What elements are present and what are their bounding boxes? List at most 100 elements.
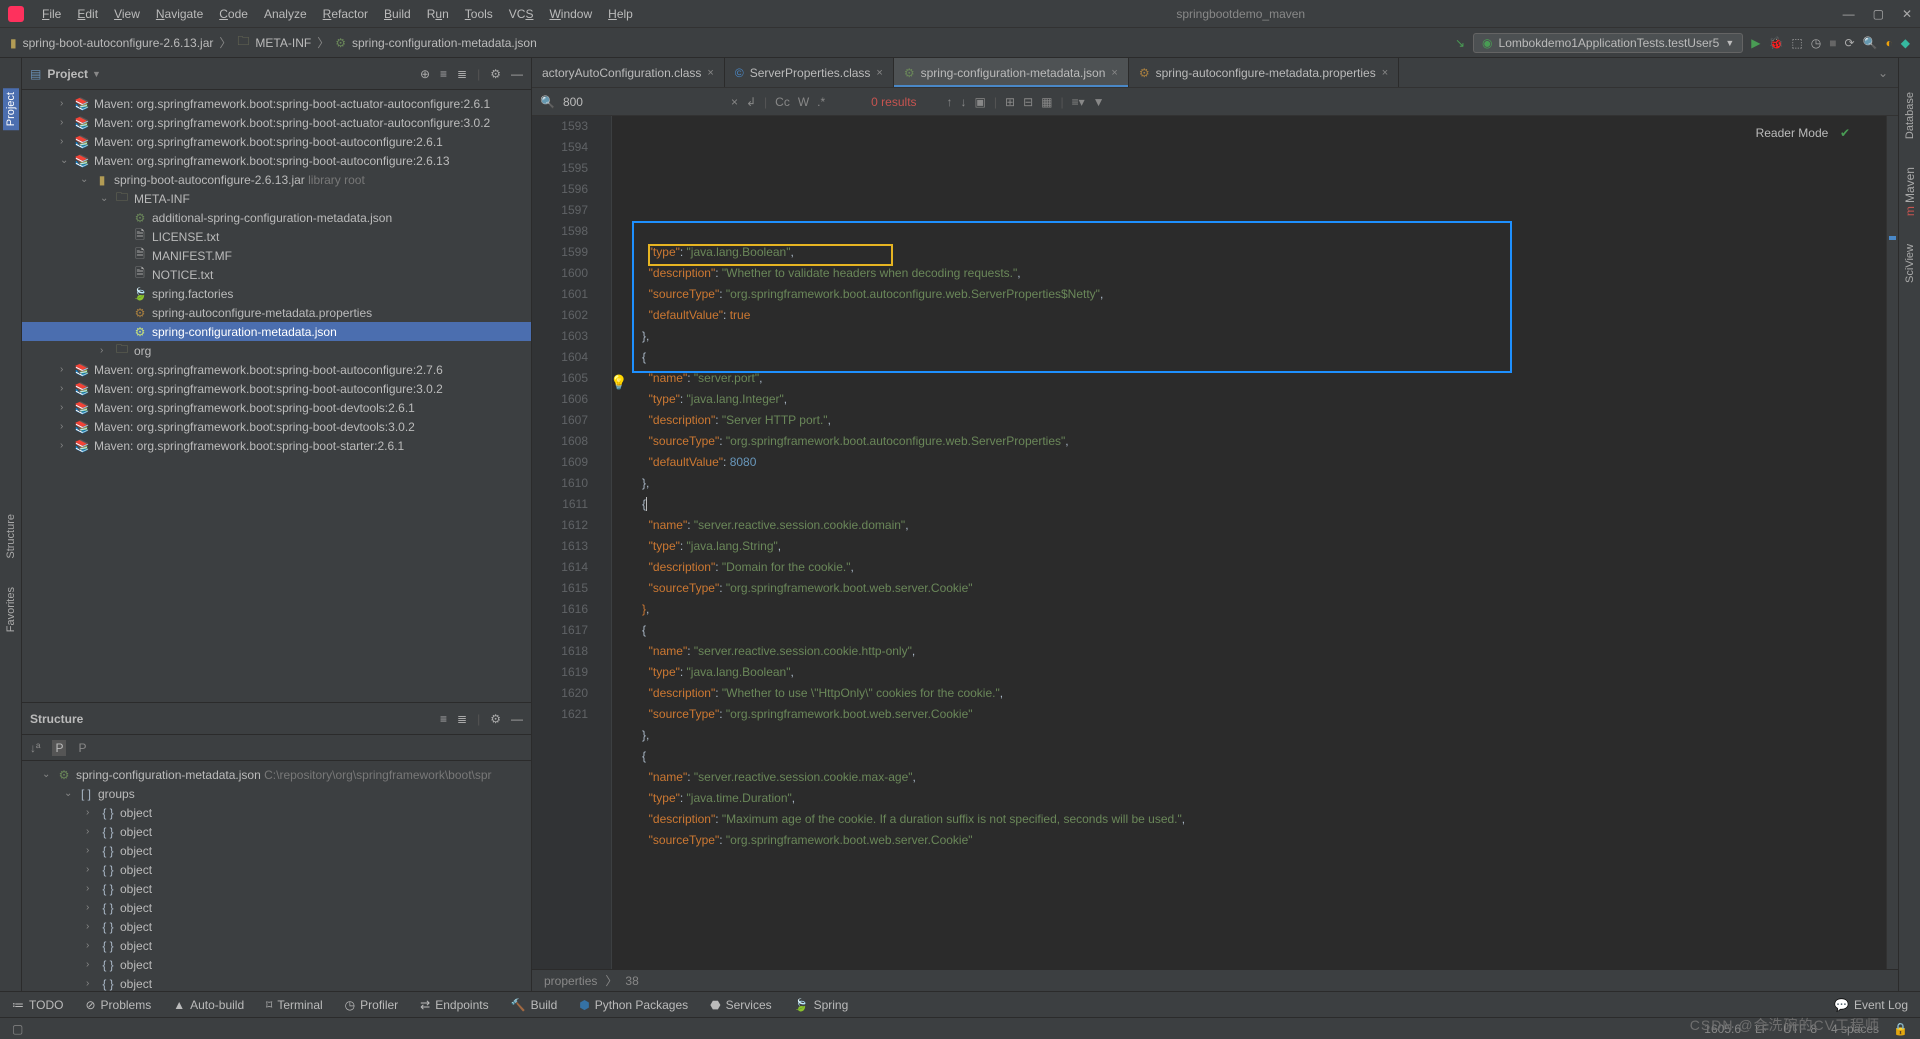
locate-icon[interactable]: ⊕ <box>420 67 430 81</box>
tool-window-maven[interactable]: m Maven <box>1901 163 1919 220</box>
tool-spring[interactable]: 🍃Spring <box>794 998 849 1012</box>
expand-all-icon[interactable]: ≡ <box>440 67 447 81</box>
search-input[interactable] <box>563 95 723 109</box>
editor-bc-1[interactable]: properties <box>544 974 597 988</box>
tool-endpoints[interactable]: ⇄Endpoints <box>420 998 488 1012</box>
close-icon[interactable]: × <box>876 67 882 79</box>
tool-todo[interactable]: ≔TODO <box>12 998 63 1012</box>
view-mode-icon[interactable]: P <box>52 740 66 756</box>
tree-lib-1[interactable]: ›📚Maven: org.springframework.boot:spring… <box>22 94 531 113</box>
expand-icon[interactable]: ≡ <box>440 712 447 726</box>
structure-groups[interactable]: ⌄[ ]groups <box>22 784 531 803</box>
structure-obj[interactable]: ›{ }object <box>22 898 531 917</box>
close-icon[interactable]: × <box>1382 67 1388 79</box>
tool-eventlog[interactable]: 💬Event Log <box>1834 998 1908 1012</box>
tool-profiler[interactable]: ◷Profiler <box>345 998 399 1012</box>
tool-window-sciview[interactable]: SciView <box>1902 240 1918 287</box>
tree-lib-9[interactable]: ›📚Maven: org.springframework.boot:spring… <box>22 436 531 455</box>
readonly-lock-icon[interactable]: 🔒 <box>1893 1022 1908 1036</box>
ide-settings-icon[interactable]: ◐ <box>1886 36 1893 50</box>
add-selection-icon[interactable]: ⊞ <box>1005 95 1015 109</box>
prev-match-icon[interactable]: ↑ <box>947 95 953 109</box>
collapse-all-icon[interactable]: ≣ <box>457 67 467 81</box>
intention-bulb-icon[interactable]: 💡 <box>610 372 627 393</box>
menu-vcs[interactable]: VCS <box>503 5 540 23</box>
tree-file-manifest[interactable]: 🗎MANIFEST.MF <box>22 246 531 265</box>
menu-tools[interactable]: Tools <box>459 5 499 23</box>
gear-icon[interactable]: ⚙ <box>490 712 501 726</box>
breadcrumb-1[interactable]: spring-boot-autoconfigure-2.6.13.jar <box>23 36 214 50</box>
profile-icon[interactable]: ◷ <box>1811 36 1821 50</box>
chevron-down-icon[interactable]: ▼ <box>92 69 101 79</box>
menu-analyze[interactable]: Analyze <box>258 5 313 23</box>
editor-minimap[interactable] <box>1886 116 1898 969</box>
words-icon[interactable]: W <box>798 95 809 109</box>
tree-file-factories[interactable]: 🍃spring.factories <box>22 284 531 303</box>
maximize-icon[interactable]: ▢ <box>1873 7 1884 21</box>
tab-0[interactable]: actoryAutoConfiguration.class× <box>532 58 725 87</box>
search-everywhere-icon[interactable]: 🔍 <box>1863 36 1878 50</box>
next-match-icon[interactable]: ↓ <box>961 95 967 109</box>
menu-file[interactable]: FFileile <box>36 5 67 23</box>
close-icon[interactable]: ✕ <box>1902 7 1912 21</box>
build-hammer-icon[interactable]: ↘ <box>1455 36 1465 50</box>
tree-lib-3[interactable]: ›📚Maven: org.springframework.boot:spring… <box>22 132 531 151</box>
menu-window[interactable]: Window <box>543 5 598 23</box>
tool-build[interactable]: 🔨Build <box>511 998 558 1012</box>
tool-problems[interactable]: ⊘Problems <box>85 998 151 1012</box>
structure-obj[interactable]: ›{ }object <box>22 955 531 974</box>
structure-obj[interactable]: ›{ }object <box>22 860 531 879</box>
menu-code[interactable]: Code <box>213 5 254 23</box>
tab-1[interactable]: ©ServerProperties.class× <box>725 58 894 87</box>
tool-services[interactable]: ⬣Services <box>710 998 772 1012</box>
tree-lib-6[interactable]: ›📚Maven: org.springframework.boot:spring… <box>22 379 531 398</box>
project-tree[interactable]: ›📚Maven: org.springframework.boot:spring… <box>22 90 531 702</box>
tree-lib-7[interactable]: ›📚Maven: org.springframework.boot:spring… <box>22 398 531 417</box>
sort-alpha-icon[interactable]: ↓ª <box>30 741 40 755</box>
menu-edit[interactable]: Edit <box>71 5 104 23</box>
view-mode2-icon[interactable]: P <box>78 741 86 755</box>
breadcrumb-3[interactable]: spring-configuration-metadata.json <box>352 36 537 50</box>
match-case-icon[interactable]: Cc <box>775 95 790 109</box>
tool-window-project[interactable]: Project <box>3 88 19 130</box>
collapse-icon[interactable]: ≣ <box>457 712 467 726</box>
select-all-occ-icon[interactable]: ▦ <box>1041 95 1052 109</box>
structure-obj[interactable]: ›{ }object <box>22 879 531 898</box>
menu-navigate[interactable]: Navigate <box>150 5 209 23</box>
vcs-update-icon[interactable]: ⟳ <box>1845 36 1855 50</box>
tree-metainf[interactable]: ⌄🗀META-INF <box>22 189 531 208</box>
tree-lib-4[interactable]: ⌄📚Maven: org.springframework.boot:spring… <box>22 151 531 170</box>
tool-window-database[interactable]: Database <box>1902 88 1918 143</box>
select-all-icon[interactable]: ▣ <box>975 95 986 109</box>
tree-file-license[interactable]: 🗎LICENSE.txt <box>22 227 531 246</box>
clear-search-icon[interactable]: × <box>731 95 738 109</box>
structure-obj[interactable]: ›{ }object <box>22 841 531 860</box>
structure-obj[interactable]: ›{ }object <box>22 822 531 841</box>
tool-terminal[interactable]: ⌑Terminal <box>266 998 323 1012</box>
fold-column[interactable] <box>598 116 612 969</box>
project-panel-title[interactable]: Project <box>47 67 88 81</box>
tab-2[interactable]: ⚙spring-configuration-metadata.json× <box>894 58 1129 87</box>
gear-icon[interactable]: ⚙ <box>490 67 501 81</box>
structure-obj[interactable]: ›{ }object <box>22 917 531 936</box>
tree-file-configmeta[interactable]: ⚙spring-configuration-metadata.json <box>22 322 531 341</box>
structure-root[interactable]: ⌄⚙spring-configuration-metadata.json C:\… <box>22 765 531 784</box>
menu-refactor[interactable]: Refactor <box>317 5 374 23</box>
minimize-icon[interactable]: — <box>1843 7 1855 21</box>
structure-obj[interactable]: ›{ }object <box>22 974 531 991</box>
editor-bc-2[interactable]: 38 <box>625 974 638 988</box>
close-icon[interactable]: × <box>707 67 713 79</box>
tree-file-notice[interactable]: 🗎NOTICE.txt <box>22 265 531 284</box>
debug-button-icon[interactable]: 🐞 <box>1768 36 1783 50</box>
tree-lib-5[interactable]: ›📚Maven: org.springframework.boot:spring… <box>22 360 531 379</box>
tool-pypkg[interactable]: ⬢Python Packages <box>579 998 688 1012</box>
remove-selection-icon[interactable]: ⊟ <box>1023 95 1033 109</box>
tree-lib-8[interactable]: ›📚Maven: org.springframework.boot:spring… <box>22 417 531 436</box>
tree-file-additional[interactable]: ⚙additional-spring-configuration-metadat… <box>22 208 531 227</box>
codeium-icon[interactable]: ◆ <box>1901 36 1910 50</box>
new-line-icon[interactable]: ↲ <box>746 95 756 109</box>
tree-file-autometa[interactable]: ⚙spring-autoconfigure-metadata.propertie… <box>22 303 531 322</box>
breadcrumb-2[interactable]: META-INF <box>255 36 311 50</box>
structure-obj[interactable]: ›{ }object <box>22 936 531 955</box>
filter-settings-icon[interactable]: ≡▾ <box>1072 95 1085 109</box>
